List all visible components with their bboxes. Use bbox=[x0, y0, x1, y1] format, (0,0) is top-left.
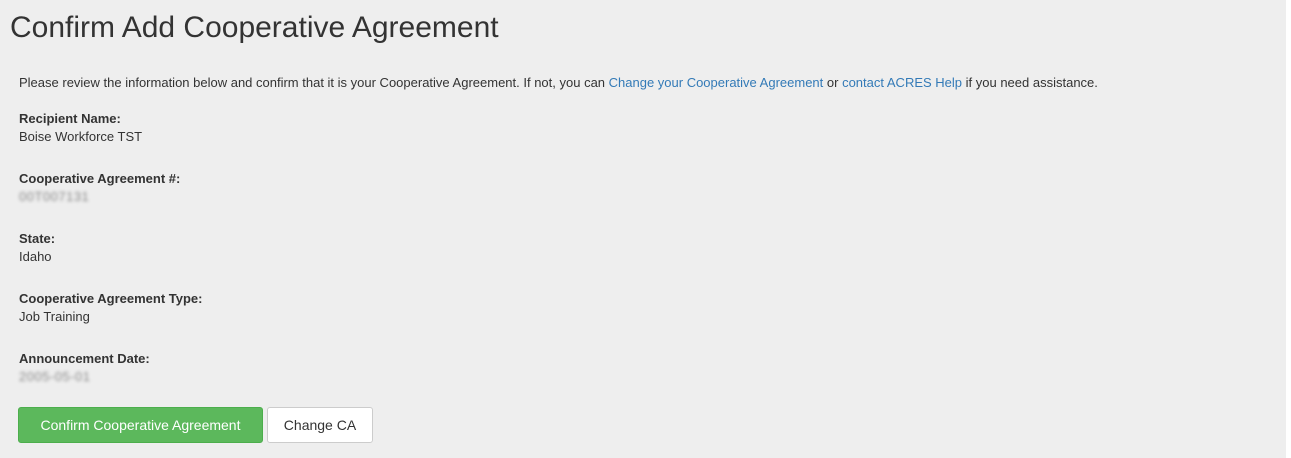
announcement-date-label: Announcement Date: bbox=[19, 351, 150, 366]
agreement-number-value: 00T007131 bbox=[19, 189, 90, 204]
confirm-panel: Confirm Add Cooperative Agreement Please… bbox=[0, 0, 1286, 458]
change-agreement-link[interactable]: Change your Cooperative Agreement bbox=[609, 75, 824, 90]
recipient-name-field: Recipient Name: Boise Workforce TST bbox=[19, 110, 142, 146]
agreement-number-value-wrap: 00T007131 bbox=[19, 188, 180, 206]
intro-paragraph: Please review the information below and … bbox=[19, 74, 1098, 92]
intro-text-before: Please review the information below and … bbox=[19, 75, 609, 90]
announcement-date-field: Announcement Date: 2005-05-01 bbox=[19, 350, 150, 386]
acres-help-link[interactable]: contact ACRES Help bbox=[842, 75, 962, 90]
state-label: State: bbox=[19, 231, 56, 246]
change-ca-button[interactable]: Change CA bbox=[267, 407, 373, 443]
intro-text-after: if you need assistance. bbox=[962, 75, 1098, 90]
agreement-type-value: Job Training bbox=[19, 309, 90, 324]
agreement-number-label: Cooperative Agreement #: bbox=[19, 171, 181, 186]
agreement-number-field: Cooperative Agreement #: 00T007131 bbox=[19, 170, 180, 206]
confirm-agreement-button[interactable]: Confirm Cooperative Agreement bbox=[18, 407, 263, 443]
agreement-type-field: Cooperative Agreement Type: Job Training bbox=[19, 290, 203, 326]
announcement-date-value-wrap: 2005-05-01 bbox=[19, 368, 150, 386]
intro-text-middle: or bbox=[823, 75, 843, 90]
page-title: Confirm Add Cooperative Agreement bbox=[10, 11, 499, 44]
state-value: Idaho bbox=[19, 249, 52, 264]
announcement-date-value: 2005-05-01 bbox=[19, 369, 91, 384]
agreement-type-label: Cooperative Agreement Type: bbox=[19, 291, 203, 306]
recipient-name-value: Boise Workforce TST bbox=[19, 129, 143, 144]
state-field: State: Idaho bbox=[19, 230, 55, 266]
recipient-name-label: Recipient Name: bbox=[19, 111, 121, 126]
